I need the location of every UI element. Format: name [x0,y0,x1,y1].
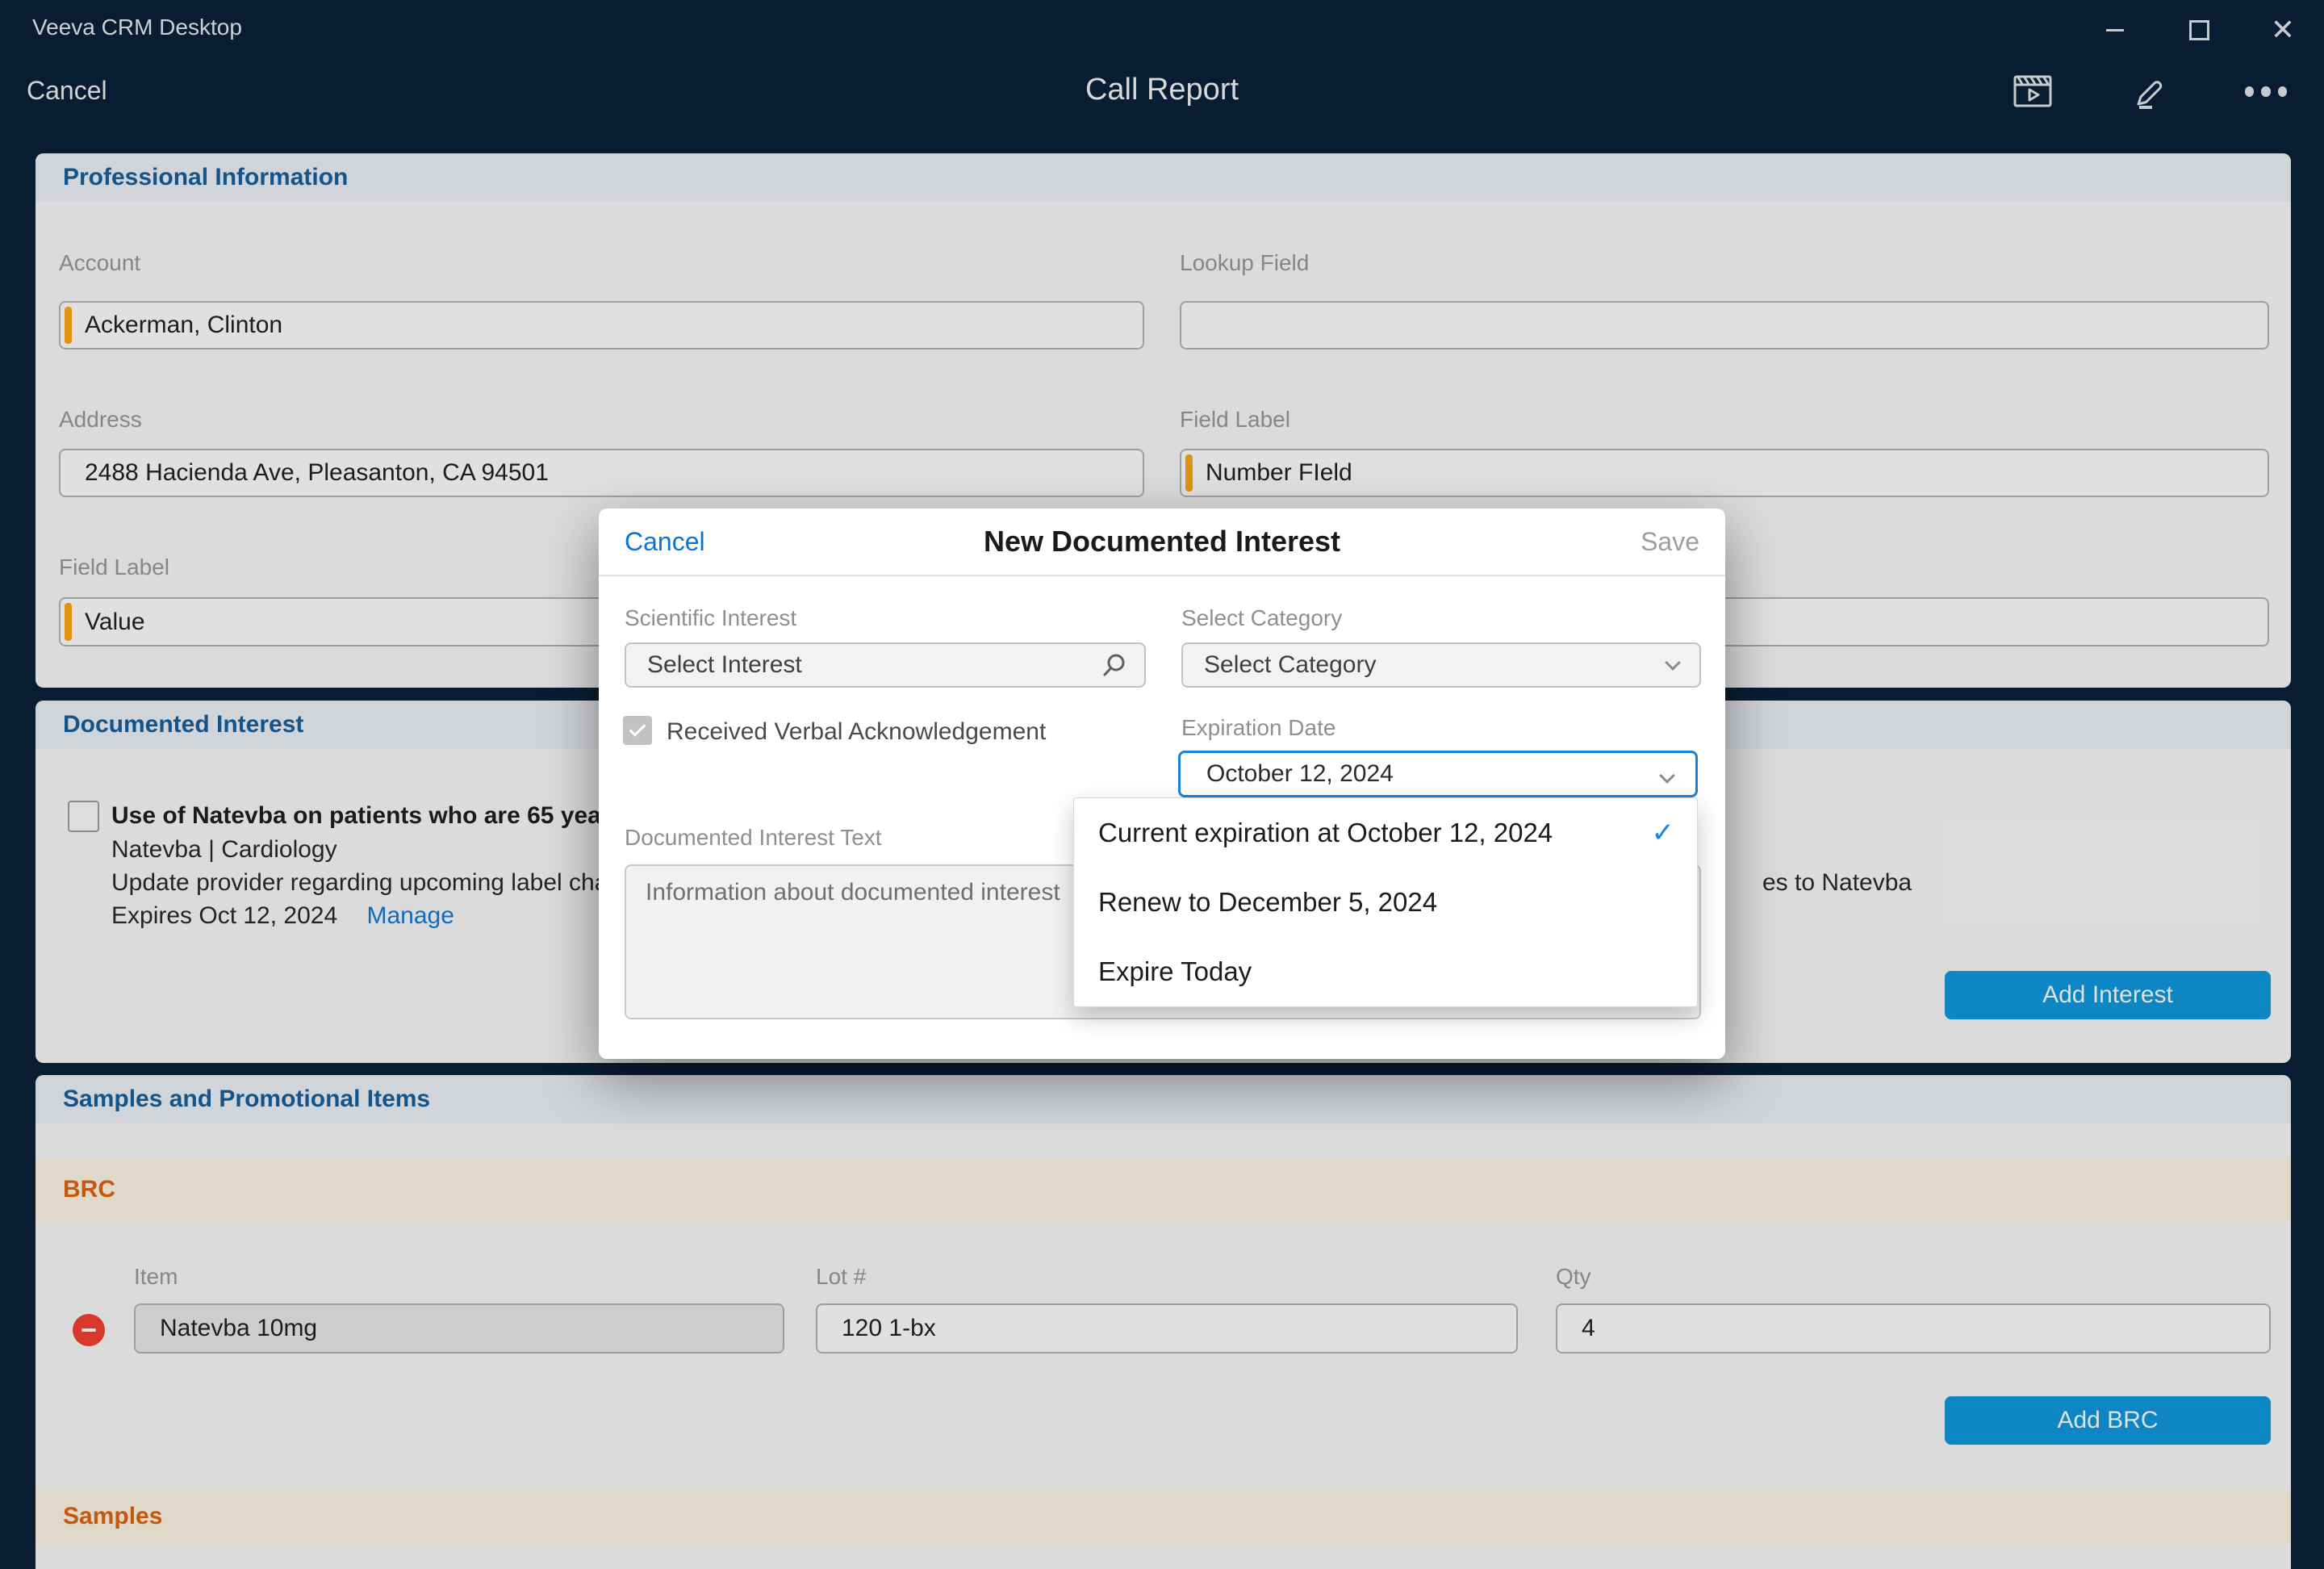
select-category-field[interactable] [1181,642,1701,688]
field-label-value: Field Label [59,554,169,580]
acknowledgement-checkbox[interactable] [623,716,652,745]
field-label-number: Field Label [1180,407,1290,433]
section-header: Professional Information [36,153,2291,202]
field-label-address: Address [59,407,142,433]
account-field[interactable] [59,301,1144,349]
select-category-input[interactable] [1181,642,1701,688]
address-input[interactable] [59,449,1144,497]
dropdown-option-current[interactable]: Current expiration at October 12, 2024 ✓ [1074,798,1697,868]
brc-header-label: BRC [63,1176,115,1203]
required-indicator [65,603,72,641]
expiration-date-value: October 12, 2024 [1206,760,1394,788]
brc-qty-input[interactable] [1556,1303,2271,1354]
documented-interest-text-label: Documented Interest Text [625,825,882,851]
brc-subsection-header: BRC [36,1158,2291,1220]
interest-subtitle: Natevba | Cardiology [111,834,337,866]
new-documented-interest-modal: New Documented Interest Cancel Save Scie… [599,508,1725,1059]
samples-section: Samples and Promotional Items BRC Item L… [36,1075,2291,1569]
acknowledgement-label: Received Verbal Acknowledgement [667,718,1046,746]
interest-expires: Expires Oct 12, 2024 [111,902,337,929]
section-title: Professional Information [63,164,348,191]
header-toolbar [2013,73,2287,110]
section-title: Documented Interest [63,711,303,738]
samples-header-label: Samples [63,1503,162,1530]
select-category-label: Select Category [1181,605,1342,631]
required-indicator [1185,454,1193,492]
chevron-down-icon [1659,768,1675,784]
remove-brc-row-icon[interactable] [73,1314,105,1346]
check-icon [629,720,646,737]
page-title: Call Report [0,73,2324,107]
brc-lot-field[interactable] [816,1303,1518,1354]
section-header: Samples and Promotional Items [36,1075,2291,1123]
expiration-date-select[interactable]: October 12, 2024 [1178,751,1698,797]
field-label-account: Account [59,250,140,276]
add-brc-button[interactable]: Add BRC [1945,1396,2271,1445]
maximize-icon[interactable] [2182,13,2216,47]
dropdown-option-renew[interactable]: Renew to December 5, 2024 [1074,868,1697,937]
signature-pen-icon[interactable] [2129,73,2171,110]
brc-lot-input[interactable] [816,1303,1518,1354]
minimize-icon[interactable] [2098,13,2132,47]
interest-title: Use of Natevba on patients who are 65 ye… [111,800,604,832]
qty-label: Qty [1556,1264,1591,1290]
manage-link[interactable]: Manage [367,902,454,929]
section-title: Samples and Promotional Items [63,1086,430,1113]
interest-note-left: Update provider regarding upcoming label… [111,867,604,899]
window-controls: ✕ [2098,13,2300,47]
lot-label: Lot # [816,1264,866,1290]
add-interest-button[interactable]: Add Interest [1945,971,2271,1019]
expiration-dropdown-panel: Current expiration at October 12, 2024 ✓… [1073,797,1698,1007]
modal-cancel-button[interactable]: Cancel [625,527,705,557]
field-label-lookup: Lookup Field [1180,250,1309,276]
more-options-icon[interactable] [2245,73,2287,110]
brc-qty-field[interactable] [1556,1303,2271,1354]
account-input[interactable] [59,301,1144,349]
required-indicator [65,307,72,344]
lookup-field[interactable] [1180,301,2269,349]
number-field[interactable] [1180,449,2269,497]
window-title: Veeva CRM Desktop [32,15,242,40]
item-label: Item [134,1264,178,1290]
scientific-interest-label: Scientific Interest [625,605,796,631]
scientific-interest-input[interactable] [625,642,1146,688]
modal-header: New Documented Interest Cancel Save [599,508,1725,576]
lookup-input[interactable] [1180,301,2269,349]
dropdown-option-expire-today[interactable]: Expire Today [1074,937,1697,1006]
scientific-interest-field[interactable] [625,642,1146,688]
brc-item-field[interactable] [134,1303,784,1354]
number-input[interactable] [1180,449,2269,497]
interest-note-right: es to Natevba [1762,867,1912,899]
search-icon [1101,653,1126,679]
interest-checkbox[interactable] [68,801,99,832]
media-review-icon[interactable] [2013,73,2054,110]
address-field[interactable] [59,449,1144,497]
expiration-date-label: Expiration Date [1181,715,1335,741]
modal-title: New Documented Interest [599,525,1725,559]
close-icon[interactable]: ✕ [2266,13,2300,47]
brc-item-input[interactable] [134,1303,784,1354]
selected-check-icon: ✓ [1652,817,1675,849]
interest-expiry-row: Expires Oct 12, 2024 Manage [111,900,454,932]
modal-save-button[interactable]: Save [1641,527,1699,557]
samples-subsection-header: Samples [36,1490,2291,1543]
